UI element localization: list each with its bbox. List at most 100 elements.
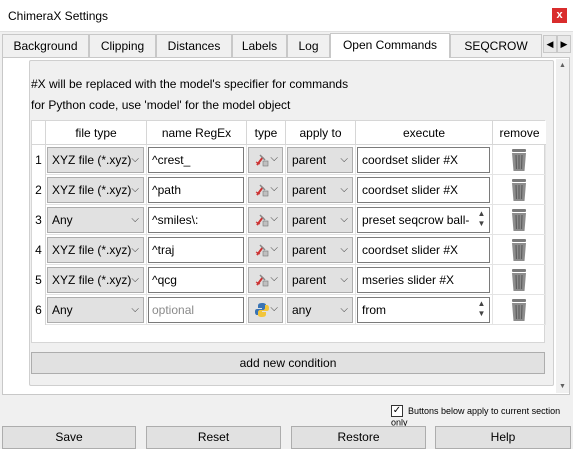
- execute-value: coordset slider #X: [362, 183, 459, 197]
- trash-icon[interactable]: [509, 148, 529, 172]
- apply-to-select[interactable]: parent ⌵: [287, 237, 353, 263]
- execute-value: mseries slider #X: [362, 273, 455, 287]
- file-type-value: XYZ file (*.xyz): [52, 183, 132, 197]
- chevron-down-icon: ⌵: [270, 213, 278, 224]
- file-type-select[interactable]: XYZ file (*.xyz) ⌵: [47, 267, 144, 293]
- panel-scrollbar[interactable]: ▲ ▼: [556, 59, 569, 393]
- table-cell-apply-to: parent ⌵: [286, 235, 356, 265]
- table-cell-remove: [493, 235, 546, 265]
- regex-input[interactable]: optional: [148, 297, 244, 323]
- tab-distances[interactable]: Distances: [156, 34, 232, 57]
- trash-icon[interactable]: [509, 298, 529, 322]
- help-button[interactable]: Help: [435, 426, 571, 449]
- execute-input[interactable]: preset seqcrow ball- ▲ ▼: [357, 207, 490, 233]
- table-cell-apply-to: parent ⌵: [286, 145, 356, 175]
- tab-labels[interactable]: Labels: [232, 34, 287, 57]
- table-cell-file-type: XYZ file (*.xyz) ⌵: [46, 175, 147, 205]
- trash-icon[interactable]: [509, 268, 529, 292]
- table-cell-regex: ^path: [147, 175, 247, 205]
- execute-input[interactable]: from ▲ ▼: [357, 297, 490, 323]
- apply-section-only-checkbox[interactable]: ✓: [391, 405, 403, 417]
- command-icon: [254, 182, 270, 198]
- execute-value: preset seqcrow ball-: [362, 213, 470, 227]
- spin-arrows-icon[interactable]: ▲ ▼: [476, 299, 487, 319]
- chevron-down-icon: ⌵: [270, 243, 278, 254]
- header-apply-to[interactable]: apply to: [286, 121, 356, 145]
- file-type-select[interactable]: Any ⌵: [47, 207, 144, 233]
- apply-to-value: any: [292, 303, 312, 317]
- header-remove[interactable]: remove: [493, 121, 546, 145]
- execute-input[interactable]: coordset slider #X: [357, 147, 490, 173]
- file-type-select[interactable]: Any ⌵: [47, 297, 144, 323]
- execute-input[interactable]: coordset slider #X: [357, 237, 490, 263]
- apply-to-select[interactable]: parent ⌵: [287, 267, 353, 293]
- tab-scroll-right-icon[interactable]: ▶: [557, 35, 571, 53]
- restore-button[interactable]: Restore: [291, 426, 426, 449]
- execute-input[interactable]: coordset slider #X: [357, 177, 490, 203]
- tab-log[interactable]: Log: [287, 34, 330, 57]
- regex-input[interactable]: ^path: [148, 177, 244, 203]
- python-icon: [254, 302, 270, 318]
- regex-input[interactable]: ^smiles\:: [148, 207, 244, 233]
- row-number: 1: [32, 145, 46, 175]
- table-cell-execute: coordset slider #X: [356, 145, 493, 175]
- info-line-2: for Python code, use 'model' for the mod…: [31, 98, 291, 112]
- scroll-up-icon[interactable]: ▲: [556, 59, 569, 72]
- tab-open-commands[interactable]: Open Commands: [330, 33, 450, 58]
- regex-input[interactable]: ^qcg: [148, 267, 244, 293]
- header-execute[interactable]: execute: [356, 121, 493, 145]
- file-type-select[interactable]: XYZ file (*.xyz) ⌵: [47, 177, 144, 203]
- table-cell-execute: coordset slider #X: [356, 235, 493, 265]
- chevron-down-icon: ⌵: [340, 244, 348, 255]
- tab-scroll-left-icon[interactable]: ◀: [543, 35, 557, 53]
- tab-seqcrow[interactable]: SEQCROW: [450, 34, 542, 57]
- file-type-select[interactable]: XYZ file (*.xyz) ⌵: [47, 147, 144, 173]
- file-type-select[interactable]: XYZ file (*.xyz) ⌵: [47, 237, 144, 263]
- close-icon[interactable]: x: [552, 8, 567, 23]
- chevron-down-icon: ⌵: [270, 273, 278, 284]
- chevron-down-icon: ⌵: [131, 214, 139, 225]
- scroll-down-icon[interactable]: ▼: [556, 380, 569, 393]
- type-select[interactable]: ⌵: [248, 267, 283, 293]
- type-select[interactable]: ⌵: [248, 207, 283, 233]
- header-name-regex[interactable]: name RegEx: [147, 121, 247, 145]
- row-number: 3: [32, 205, 46, 235]
- trash-icon[interactable]: [509, 238, 529, 262]
- apply-to-select[interactable]: parent ⌵: [287, 207, 353, 233]
- spin-arrows-icon[interactable]: ▲ ▼: [476, 209, 487, 229]
- table-cell-regex: ^qcg: [147, 265, 247, 295]
- regex-input[interactable]: ^crest_: [148, 147, 244, 173]
- apply-to-select[interactable]: parent ⌵: [287, 147, 353, 173]
- table-cell-execute: preset seqcrow ball- ▲ ▼: [356, 205, 493, 235]
- reset-button[interactable]: Reset: [146, 426, 281, 449]
- save-button[interactable]: Save: [2, 426, 136, 449]
- type-select[interactable]: ⌵: [248, 147, 283, 173]
- apply-to-select[interactable]: any ⌵: [287, 297, 353, 323]
- apply-to-value: parent: [292, 273, 327, 287]
- header-file-type[interactable]: file type: [46, 121, 147, 145]
- chevron-down-icon: ⌵: [270, 303, 278, 314]
- add-condition-button[interactable]: add new condition: [31, 352, 545, 374]
- table-cell-file-type: XYZ file (*.xyz) ⌵: [46, 235, 147, 265]
- command-icon: [254, 272, 270, 288]
- chevron-down-icon: ⌵: [131, 154, 139, 165]
- apply-to-select[interactable]: parent ⌵: [287, 177, 353, 203]
- type-select[interactable]: ⌵: [248, 177, 283, 203]
- tab-background[interactable]: Background: [2, 34, 89, 57]
- table-cell-apply-to: parent ⌵: [286, 175, 356, 205]
- table-cell-type: ⌵: [247, 205, 286, 235]
- header-type[interactable]: type: [247, 121, 286, 145]
- tab-clipping[interactable]: Clipping: [89, 34, 156, 57]
- execute-input[interactable]: mseries slider #X: [357, 267, 490, 293]
- trash-icon[interactable]: [509, 208, 529, 232]
- table-cell-type: ⌵: [247, 145, 286, 175]
- table-cell-remove: [493, 295, 546, 325]
- row-number: 2: [32, 175, 46, 205]
- trash-icon[interactable]: [509, 178, 529, 202]
- apply-section-only-label: Buttons below apply to current section o…: [391, 406, 561, 428]
- type-select[interactable]: ⌵: [248, 297, 283, 323]
- apply-section-only-option[interactable]: ✓ Buttons below apply to current section …: [391, 405, 573, 428]
- command-icon: [254, 212, 270, 228]
- type-select[interactable]: ⌵: [248, 237, 283, 263]
- regex-input[interactable]: ^traj: [148, 237, 244, 263]
